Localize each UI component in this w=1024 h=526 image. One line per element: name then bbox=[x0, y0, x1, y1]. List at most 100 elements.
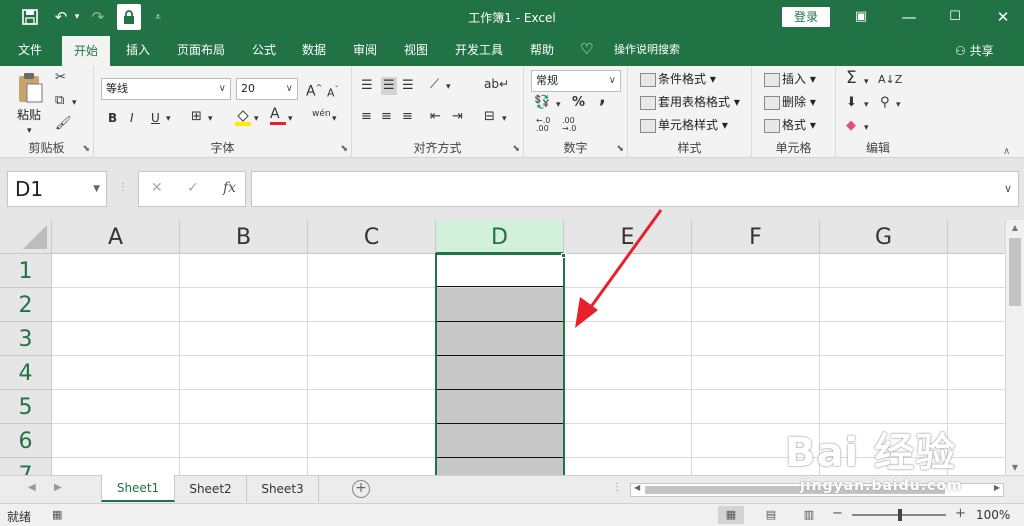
tab-page-layout[interactable]: 页面布局 bbox=[170, 34, 232, 66]
row-header-4[interactable]: 4 bbox=[0, 356, 52, 390]
scroll-down-icon[interactable]: ▼ bbox=[1006, 463, 1024, 472]
align-right-icon[interactable]: ≡ bbox=[402, 109, 413, 125]
insert-function-icon[interactable]: fx bbox=[223, 180, 236, 196]
vertical-scrollbar[interactable]: ▲ ▼ bbox=[1005, 220, 1024, 475]
increase-decimal-button[interactable]: ←.0 .00 bbox=[536, 117, 550, 133]
borders-icon[interactable]: ⊞ bbox=[191, 109, 202, 125]
paste-button[interactable]: 粘贴 bbox=[17, 106, 41, 124]
row-header-1[interactable]: 1 bbox=[0, 254, 52, 288]
align-middle-icon[interactable]: ☰ bbox=[381, 77, 397, 95]
sort-filter-icon[interactable]: A↓Z bbox=[878, 72, 902, 88]
comma-button[interactable]: , bbox=[599, 89, 606, 107]
tab-file[interactable]: 文件 bbox=[8, 34, 52, 66]
tab-home[interactable]: 开始 bbox=[62, 36, 110, 66]
formula-input[interactable]: ∨ bbox=[251, 171, 1019, 207]
paste-dropdown-icon[interactable]: ▾ bbox=[27, 123, 32, 139]
merge-dropdown-icon[interactable]: ▾ bbox=[502, 111, 507, 127]
decrease-font-icon[interactable]: Aˇ bbox=[327, 82, 339, 102]
column-header-c[interactable]: C bbox=[308, 220, 436, 254]
increase-indent-icon[interactable]: ⇥ bbox=[452, 109, 463, 125]
sheet-tab-1[interactable]: Sheet1 bbox=[101, 475, 175, 502]
cell-d7[interactable] bbox=[437, 458, 563, 475]
autosum-dropdown-icon[interactable]: ▾ bbox=[864, 74, 869, 90]
row-header-2[interactable]: 2 bbox=[0, 288, 52, 322]
macro-record-icon[interactable]: ▦ bbox=[52, 508, 62, 521]
prev-sheet-icon[interactable]: ◀ bbox=[28, 482, 36, 493]
maximize-icon[interactable]: ☐ bbox=[940, 6, 970, 28]
ribbon-display-icon[interactable]: ▣ bbox=[846, 6, 876, 28]
column-header-g[interactable]: G bbox=[820, 220, 948, 254]
sheet-tab-3[interactable]: Sheet3 bbox=[247, 476, 319, 502]
scroll-up-icon[interactable]: ▲ bbox=[1006, 223, 1024, 232]
tab-formulas[interactable]: 公式 bbox=[242, 34, 286, 66]
font-name-combo[interactable]: 等线 ∨ bbox=[101, 78, 231, 100]
zoom-in-button[interactable]: + bbox=[955, 506, 966, 521]
orientation-dropdown-icon[interactable]: ▾ bbox=[446, 79, 451, 95]
accounting-format-icon[interactable]: 💱 bbox=[534, 95, 550, 111]
paste-icon[interactable] bbox=[16, 72, 44, 104]
fill-dropdown-icon[interactable]: ▾ bbox=[864, 97, 869, 113]
column-header-a[interactable]: A bbox=[52, 220, 180, 254]
number-launcher-icon[interactable]: ⬊ bbox=[616, 144, 624, 154]
row-header-7[interactable]: 7 bbox=[0, 458, 52, 475]
align-top-icon[interactable]: ☰ bbox=[361, 78, 373, 94]
scroll-right-icon[interactable]: ▶ bbox=[994, 483, 1000, 492]
save-icon[interactable] bbox=[18, 6, 42, 28]
number-format-combo[interactable]: 常规 ∨ bbox=[531, 70, 621, 92]
font-launcher-icon[interactable]: ⬊ bbox=[340, 144, 348, 154]
fill-color-icon[interactable] bbox=[235, 108, 251, 131]
cancel-icon[interactable]: ✕ bbox=[151, 180, 163, 196]
zoom-out-button[interactable]: − bbox=[832, 506, 843, 521]
alignment-launcher-icon[interactable]: ⬊ bbox=[512, 144, 520, 154]
cell-d5[interactable] bbox=[437, 390, 563, 424]
undo-dropdown-icon[interactable]: ▾ bbox=[71, 6, 83, 28]
cell-styles-button[interactable]: 单元格样式 ▾ bbox=[640, 116, 728, 134]
tab-help[interactable]: 帮助 bbox=[520, 34, 564, 66]
column-header-e[interactable]: E bbox=[564, 220, 692, 254]
italic-button[interactable]: I bbox=[130, 110, 134, 126]
scroll-left-icon[interactable]: ◀ bbox=[634, 483, 640, 492]
tab-review[interactable]: 审阅 bbox=[343, 34, 387, 66]
fill-handle[interactable] bbox=[561, 253, 566, 258]
clear-icon[interactable]: ◆ bbox=[846, 118, 856, 134]
format-as-table-button[interactable]: 套用表格格式 ▾ bbox=[640, 93, 740, 111]
copy-icon[interactable]: ⧉ bbox=[55, 93, 64, 109]
wrap-text-icon[interactable]: ab↵ bbox=[484, 76, 509, 92]
tab-view[interactable]: 视图 bbox=[394, 34, 438, 66]
column-header-f[interactable]: F bbox=[692, 220, 820, 254]
cell-d1[interactable] bbox=[437, 255, 563, 287]
align-center-icon[interactable]: ≡ bbox=[381, 109, 392, 125]
clipboard-launcher-icon[interactable]: ⬊ bbox=[82, 144, 90, 154]
conditional-formatting-button[interactable]: 条件格式 ▾ bbox=[640, 70, 716, 88]
redo-icon[interactable]: ↷ bbox=[87, 6, 109, 28]
cell-d2[interactable] bbox=[437, 288, 563, 322]
clear-dropdown-icon[interactable]: ▾ bbox=[864, 120, 869, 136]
cell-d3[interactable] bbox=[437, 322, 563, 356]
undo-icon[interactable]: ↶ bbox=[50, 6, 72, 28]
font-color-dropdown-icon[interactable]: ▾ bbox=[288, 111, 293, 127]
row-header-5[interactable]: 5 bbox=[0, 390, 52, 424]
decrease-decimal-button[interactable]: .00 →.0 bbox=[562, 117, 576, 133]
column-header-d[interactable]: D bbox=[436, 220, 564, 254]
percent-button[interactable]: % bbox=[572, 95, 585, 111]
row-header-3[interactable]: 3 bbox=[0, 322, 52, 356]
select-all-button[interactable] bbox=[0, 220, 52, 254]
customize-quick-access-icon[interactable]: ⩡ bbox=[150, 6, 166, 28]
login-button[interactable]: 登录 bbox=[782, 7, 830, 27]
enter-icon[interactable]: ✓ bbox=[187, 180, 199, 196]
zoom-level[interactable]: 100% bbox=[976, 508, 1010, 522]
delete-cells-button[interactable]: 删除 ▾ bbox=[764, 93, 816, 111]
add-sheet-button[interactable]: + bbox=[352, 480, 370, 498]
normal-view-icon[interactable]: ▦ bbox=[718, 506, 744, 524]
align-left-icon[interactable]: ≡ bbox=[361, 109, 372, 125]
close-icon[interactable]: ✕ bbox=[988, 6, 1018, 28]
column-header-b[interactable]: B bbox=[180, 220, 308, 254]
increase-font-icon[interactable]: A^ bbox=[306, 80, 322, 100]
bold-button[interactable]: B bbox=[108, 110, 117, 126]
fill-icon[interactable]: ⬇ bbox=[846, 95, 857, 111]
next-sheet-icon[interactable]: ▶ bbox=[54, 482, 62, 493]
font-size-combo[interactable]: 20 ∨ bbox=[236, 78, 298, 100]
minimize-icon[interactable]: — bbox=[894, 6, 924, 28]
column-header-h[interactable] bbox=[948, 220, 1005, 254]
insert-cells-button[interactable]: 插入 ▾ bbox=[764, 70, 816, 88]
